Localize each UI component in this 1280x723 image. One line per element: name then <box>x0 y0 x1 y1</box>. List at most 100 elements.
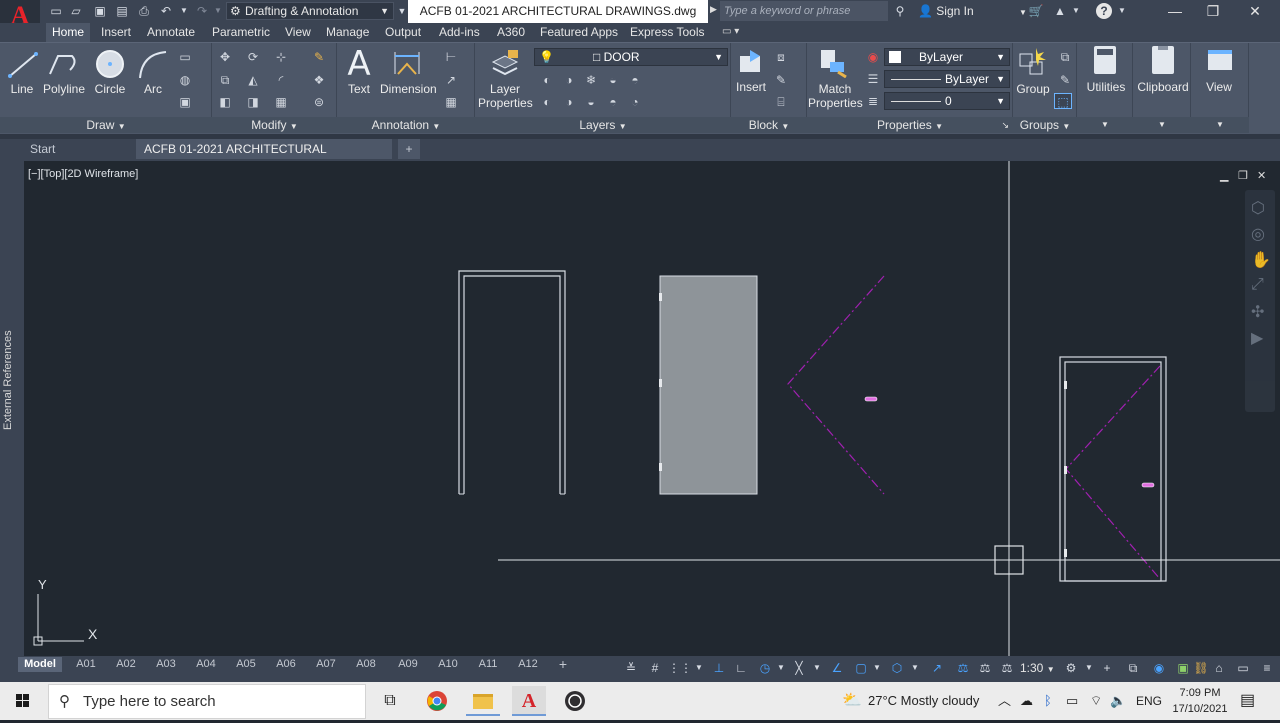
trim-icon[interactable]: ⊹ <box>272 49 290 65</box>
search-expand-icon[interactable]: ▶ <box>710 4 717 15</box>
chevron-down-icon[interactable]: ▼ <box>808 660 826 676</box>
external-references-palette[interactable]: External References <box>2 300 22 460</box>
match-properties-button[interactable] <box>818 48 848 81</box>
file-explorer-icon[interactable] <box>466 686 500 716</box>
obs-icon[interactable] <box>558 686 592 716</box>
layer-merge-icon[interactable]: ◒ <box>582 94 600 110</box>
workspace-switcher[interactable]: ⚙ Drafting & Annotation ▼ <box>226 2 394 20</box>
infer-constraints-icon[interactable]: ⊥ <box>710 660 728 676</box>
tray-overflow-icon[interactable]: ︿ <box>998 682 1011 720</box>
fillet-icon[interactable]: ◜ <box>272 72 290 88</box>
help-search-input[interactable]: Type a keyword or phrase <box>720 1 888 21</box>
open-file-icon[interactable]: ▱ <box>68 3 84 19</box>
erase-icon[interactable]: ✎ <box>310 49 328 65</box>
layer-freeze-icon[interactable]: ❄ <box>582 72 600 88</box>
layer-isolate-icon[interactable]: ◑ <box>560 72 578 88</box>
undo-dropdown-icon[interactable]: ▼ <box>176 3 192 19</box>
layout-tab-a02[interactable]: A02 <box>108 657 144 672</box>
quick-properties-icon[interactable]: ◉ <box>1150 660 1168 676</box>
layer-thaw-icon[interactable]: ◔ <box>626 94 644 110</box>
annotation-visibility-icon[interactable]: ⚖ <box>954 660 972 676</box>
offset-icon[interactable]: ⊜ <box>310 94 328 110</box>
drawing-canvas[interactable] <box>24 161 1280 656</box>
layout-tab-a07[interactable]: A07 <box>308 657 344 672</box>
rotate-icon[interactable]: ⟳ <box>244 49 262 65</box>
isolate-objects-icon[interactable]: ▣ <box>1174 660 1192 676</box>
layout-tab-a03[interactable]: A03 <box>148 657 184 672</box>
drawing-viewport[interactable]: Y X ▁ ❐ ✕ <box>24 161 1280 656</box>
tab-annotate[interactable]: Annotate <box>141 23 201 42</box>
text-icon[interactable]: A <box>344 44 374 84</box>
arc-button[interactable] <box>136 48 170 85</box>
units-icon[interactable]: ⧉ <box>1124 660 1142 676</box>
stretch-icon[interactable]: ◧ <box>216 94 234 110</box>
viewcube-icon[interactable]: ⬡ <box>1251 198 1269 217</box>
tab-view[interactable]: View <box>279 23 317 42</box>
array-icon[interactable]: ▦ <box>272 94 290 110</box>
orbit-icon[interactable]: ✣ <box>1251 302 1269 321</box>
linear-dim-icon[interactable]: ⊢ <box>442 49 460 65</box>
binoculars-icon[interactable]: ⚲ <box>892 3 908 19</box>
tab-home[interactable]: Home <box>46 23 91 42</box>
annotation-panel-title[interactable]: Annotation ▼ <box>337 117 475 133</box>
viewport-restore-icon[interactable]: ❐ <box>1238 169 1250 182</box>
save-icon[interactable]: ▣ <box>92 3 108 19</box>
annotation-scale-dropdown[interactable]: 1:30 ▼ <box>1020 660 1055 676</box>
polyline-button[interactable] <box>46 48 80 85</box>
annotation-scale-icon[interactable]: ⚖ <box>998 660 1016 676</box>
weather-icon[interactable]: ⛅ <box>842 682 862 720</box>
dynamic-ucs-icon[interactable]: ↗ <box>928 660 946 676</box>
bluetooth-icon[interactable]: ᛒ <box>1044 682 1052 720</box>
chevron-down-icon[interactable]: ▼ <box>772 660 790 676</box>
annotation-monitor-icon[interactable]: + <box>1098 660 1116 676</box>
layout-tab-a05[interactable]: A05 <box>228 657 264 672</box>
plot-icon[interactable]: ⎙ <box>136 3 152 19</box>
steering-wheel-icon[interactable]: ◎ <box>1251 224 1269 243</box>
layout-tab-a01[interactable]: A01 <box>68 657 104 672</box>
undo-icon[interactable]: ↶ <box>158 3 174 19</box>
pan-icon[interactable]: ✋ <box>1251 250 1271 269</box>
clean-screen-icon[interactable]: ⌂ <box>1210 660 1228 676</box>
onedrive-icon[interactable]: ☁ <box>1020 682 1033 720</box>
line-button[interactable] <box>6 48 40 85</box>
chrome-icon[interactable] <box>420 686 454 716</box>
utilities-expand[interactable]: ▼ <box>1077 117 1133 133</box>
tab-insert[interactable]: Insert <box>95 23 137 42</box>
tab-a360[interactable]: A360 <box>491 23 531 42</box>
layer-previous-icon[interactable]: ◐ <box>538 94 556 110</box>
status-menu-icon[interactable]: ≚ <box>622 660 640 676</box>
dimension-button[interactable] <box>392 48 422 81</box>
layer-walk-icon[interactable]: ◑ <box>560 94 578 110</box>
fullscreen-icon[interactable]: ▭ <box>1234 660 1252 676</box>
draw-panel-title[interactable]: Draw ▼ <box>0 117 212 133</box>
language-indicator[interactable]: ENG <box>1136 682 1162 720</box>
block-panel-title[interactable]: Block ▼ <box>731 117 807 133</box>
tab-add-ins[interactable]: Add-ins <box>433 23 486 42</box>
view-expand[interactable]: ▼ <box>1191 117 1249 133</box>
tab-express-tools[interactable]: Express Tools <box>624 23 710 42</box>
group-edit-icon[interactable]: ✎ <box>1056 72 1074 88</box>
redo-dropdown-icon[interactable]: ▼ <box>210 3 226 19</box>
explode-icon[interactable]: ❖ <box>310 72 328 88</box>
restore-button[interactable]: ❐ <box>1196 0 1230 23</box>
clipboard-expand[interactable]: ▼ <box>1133 117 1191 133</box>
copy-icon[interactable]: ⧉ <box>216 72 234 88</box>
groups-panel-title[interactable]: Groups ▼ <box>1013 117 1077 133</box>
selection-cycling-icon[interactable]: ⬡ <box>888 660 906 676</box>
chevron-down-icon[interactable]: ▼ <box>1068 3 1084 19</box>
customization-icon[interactable]: ≡ <box>1258 660 1276 676</box>
a360-icon[interactable]: ▲ <box>1052 3 1068 19</box>
layer-match-icon[interactable]: ◓ <box>626 72 644 88</box>
layer-properties-button[interactable] <box>490 48 520 81</box>
chevron-down-icon[interactable]: ▼ <box>690 660 708 676</box>
weather-text[interactable]: 27°C Mostly cloudy <box>868 682 979 720</box>
viewport-controls-label[interactable]: [−][Top][2D Wireframe] <box>28 168 138 180</box>
start-button[interactable] <box>0 682 46 720</box>
cart-icon[interactable]: 🛒 <box>1028 3 1044 19</box>
edit-block-icon[interactable]: ✎ <box>772 72 790 88</box>
boundary-icon[interactable]: ▣ <box>176 94 194 110</box>
leader-icon[interactable]: ↗ <box>442 72 460 88</box>
block-attribute-icon[interactable]: ⌸ <box>772 94 790 110</box>
layer-unlock-icon[interactable]: ◓ <box>604 94 622 110</box>
viewport-close-icon[interactable]: ✕ <box>1257 169 1269 182</box>
